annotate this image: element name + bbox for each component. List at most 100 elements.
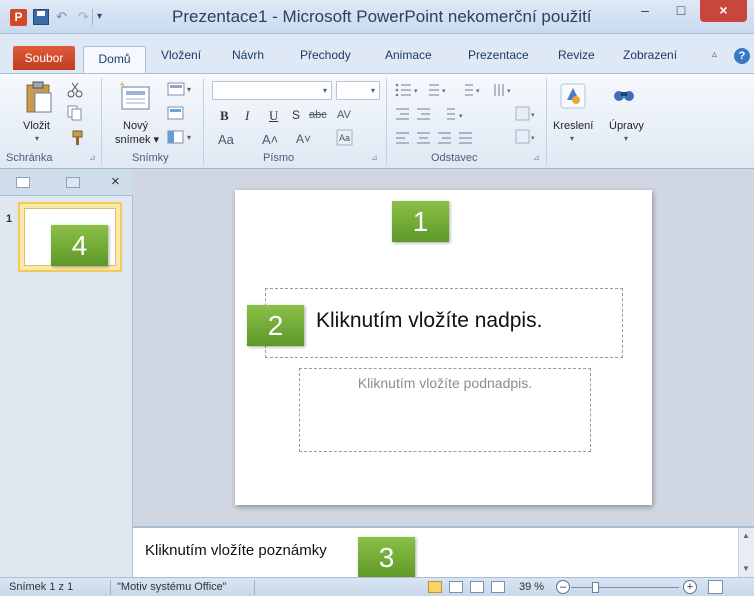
clear-formatting-icon[interactable]: Aa <box>336 129 354 147</box>
svg-text:▾: ▾ <box>531 112 535 119</box>
editing-dropdown-icon[interactable]: ▾ <box>624 134 628 143</box>
ribbon-home: Vložit ▾ Schránka ⊿ Nový snímek ▾ ▾ ▾ Sn… <box>0 73 754 169</box>
svg-text:Aa: Aa <box>339 133 350 143</box>
subtitle-placeholder[interactable]: Kliknutím vložíte podnadpis. <box>299 368 591 452</box>
paste-dropdown-icon[interactable]: ▾ <box>35 134 39 143</box>
group-separator <box>203 78 204 166</box>
shadow-button[interactable]: S <box>292 108 300 122</box>
layout-icon[interactable]: ▾ <box>167 82 193 98</box>
slides-group-label: Snímky <box>132 152 169 164</box>
minimize-ribbon-icon[interactable]: ▵ <box>712 49 717 60</box>
normal-view-icon[interactable] <box>428 581 442 593</box>
text-direction-icons[interactable]: ▾▾ <box>515 106 537 146</box>
svg-text:▾: ▾ <box>442 88 446 95</box>
tab-review[interactable]: Revize <box>558 48 595 62</box>
help-icon[interactable]: ? <box>734 48 750 64</box>
thumbnail-number: 1 <box>6 213 13 225</box>
svg-text:▾: ▾ <box>187 133 191 142</box>
list-buttons-row[interactable]: ▾ ▾ ▾ ▾ <box>395 82 545 100</box>
reset-slide-icon[interactable] <box>167 105 187 121</box>
alignment-buttons-row[interactable] <box>395 131 505 147</box>
fit-to-window-icon[interactable] <box>708 580 723 594</box>
new-slide-dropdown[interactable]: snímek ▾ <box>115 133 159 146</box>
scroll-up-icon[interactable]: ▲ <box>742 531 750 540</box>
minimize-button[interactable]: – <box>628 0 662 22</box>
paste-label[interactable]: Vložit <box>23 120 50 132</box>
zoom-slider-handle[interactable] <box>592 582 599 593</box>
tab-file[interactable]: Soubor <box>13 46 75 70</box>
zoom-slider-track[interactable] <box>571 587 679 588</box>
svg-text:▾: ▾ <box>531 135 535 142</box>
section-icon[interactable]: ▾ <box>167 129 195 145</box>
ribbon-tabs: Soubor Domů Vložení Návrh Přechody Anima… <box>0 34 754 75</box>
underline-button[interactable]: U <box>269 108 278 124</box>
editing-binoculars-icon[interactable] <box>610 82 638 110</box>
drawing-shapes-icon[interactable] <box>559 82 587 110</box>
qat-separator <box>92 9 93 25</box>
group-separator <box>101 78 102 166</box>
theme-name[interactable]: "Motiv systému Office" <box>117 581 227 593</box>
notes-scrollbar[interactable]: ▲ ▼ <box>738 528 754 577</box>
svg-text:▾: ▾ <box>414 88 418 95</box>
clipboard-launcher-icon[interactable]: ⊿ <box>89 153 96 162</box>
zoom-level[interactable]: 39 % <box>519 581 544 593</box>
tab-transitions[interactable]: Přechody <box>300 48 351 62</box>
title-placeholder[interactable]: Kliknutím vložíte nadpis. <box>265 288 623 358</box>
tab-animations[interactable]: Animace <box>385 48 432 62</box>
slides-panel-tabs: × <box>0 169 133 196</box>
notes-placeholder-text: Kliknutím vložíte poznámky <box>145 542 327 559</box>
format-painter-icon[interactable] <box>67 130 85 146</box>
title-placeholder-text: Kliknutím vložíte nadpis. <box>316 309 543 332</box>
svg-text:▾: ▾ <box>187 85 191 94</box>
slide-counter: Snímek 1 z 1 <box>9 581 74 593</box>
scroll-down-icon[interactable]: ▼ <box>742 564 750 573</box>
status-separator <box>254 580 255 595</box>
reading-view-icon[interactable] <box>470 581 484 593</box>
new-slide-icon[interactable] <box>118 80 152 112</box>
cut-icon[interactable] <box>67 82 83 98</box>
tab-design[interactable]: Návrh <box>232 48 264 62</box>
font-color-button[interactable]: Aa <box>218 132 234 147</box>
strikethrough-button[interactable]: abc <box>309 109 327 121</box>
shrink-font-button[interactable]: A˅ <box>296 132 311 146</box>
copy-icon[interactable] <box>67 105 87 121</box>
new-slide-label[interactable]: Nový <box>123 120 148 132</box>
tab-view[interactable]: Zobrazení <box>623 48 677 62</box>
drawing-dropdown-icon[interactable]: ▾ <box>570 134 574 143</box>
paste-icon[interactable] <box>24 81 54 115</box>
zoom-in-icon[interactable]: + <box>683 580 697 594</box>
font-family-combobox[interactable] <box>212 81 332 100</box>
slide-sorter-icon[interactable] <box>449 581 463 593</box>
redo-icon[interactable]: ↷ <box>78 9 89 25</box>
character-spacing-button[interactable]: AV <box>337 109 351 121</box>
outline-tab-icon[interactable] <box>66 177 80 188</box>
save-icon[interactable] <box>33 9 49 25</box>
slideshow-icon[interactable] <box>491 581 505 593</box>
notes-pane[interactable]: Kliknutím vložíte poznámky ▲ ▼ <box>133 526 754 577</box>
powerpoint-app-icon[interactable]: P <box>10 9 27 26</box>
grow-font-button[interactable]: A˄ <box>262 132 278 147</box>
tab-home[interactable]: Domů <box>83 46 146 75</box>
tab-insert[interactable]: Vložení <box>161 48 201 62</box>
close-button[interactable]: × <box>700 0 747 22</box>
group-separator <box>546 78 547 166</box>
drawing-label[interactable]: Kreslení <box>553 120 593 132</box>
group-separator <box>386 78 387 166</box>
tab-slideshow[interactable]: Prezentace <box>468 48 529 62</box>
maximize-button[interactable]: □ <box>664 0 698 22</box>
bold-button[interactable]: B <box>220 108 229 124</box>
window-title: Prezentace1 - Microsoft PowerPoint nekom… <box>172 7 592 26</box>
font-family-dropdown-icon[interactable]: ▾ <box>323 86 327 95</box>
customize-qat-icon[interactable]: ▾ <box>97 11 102 22</box>
font-size-dropdown-icon[interactable]: ▾ <box>371 86 375 95</box>
undo-icon[interactable]: ↶ <box>56 9 67 25</box>
panel-close-icon[interactable]: × <box>111 173 120 190</box>
indent-buttons-row[interactable]: ▾ <box>395 107 505 123</box>
slides-tab-icon[interactable] <box>16 177 30 188</box>
font-launcher-icon[interactable]: ⊿ <box>371 153 378 162</box>
paragraph-launcher-icon[interactable]: ⊿ <box>533 153 540 162</box>
editing-label[interactable]: Úpravy <box>609 120 644 132</box>
italic-button[interactable]: I <box>245 108 249 124</box>
zoom-out-icon[interactable]: – <box>556 580 570 594</box>
subtitle-placeholder-text: Kliknutím vložíte podnadpis. <box>357 375 533 391</box>
